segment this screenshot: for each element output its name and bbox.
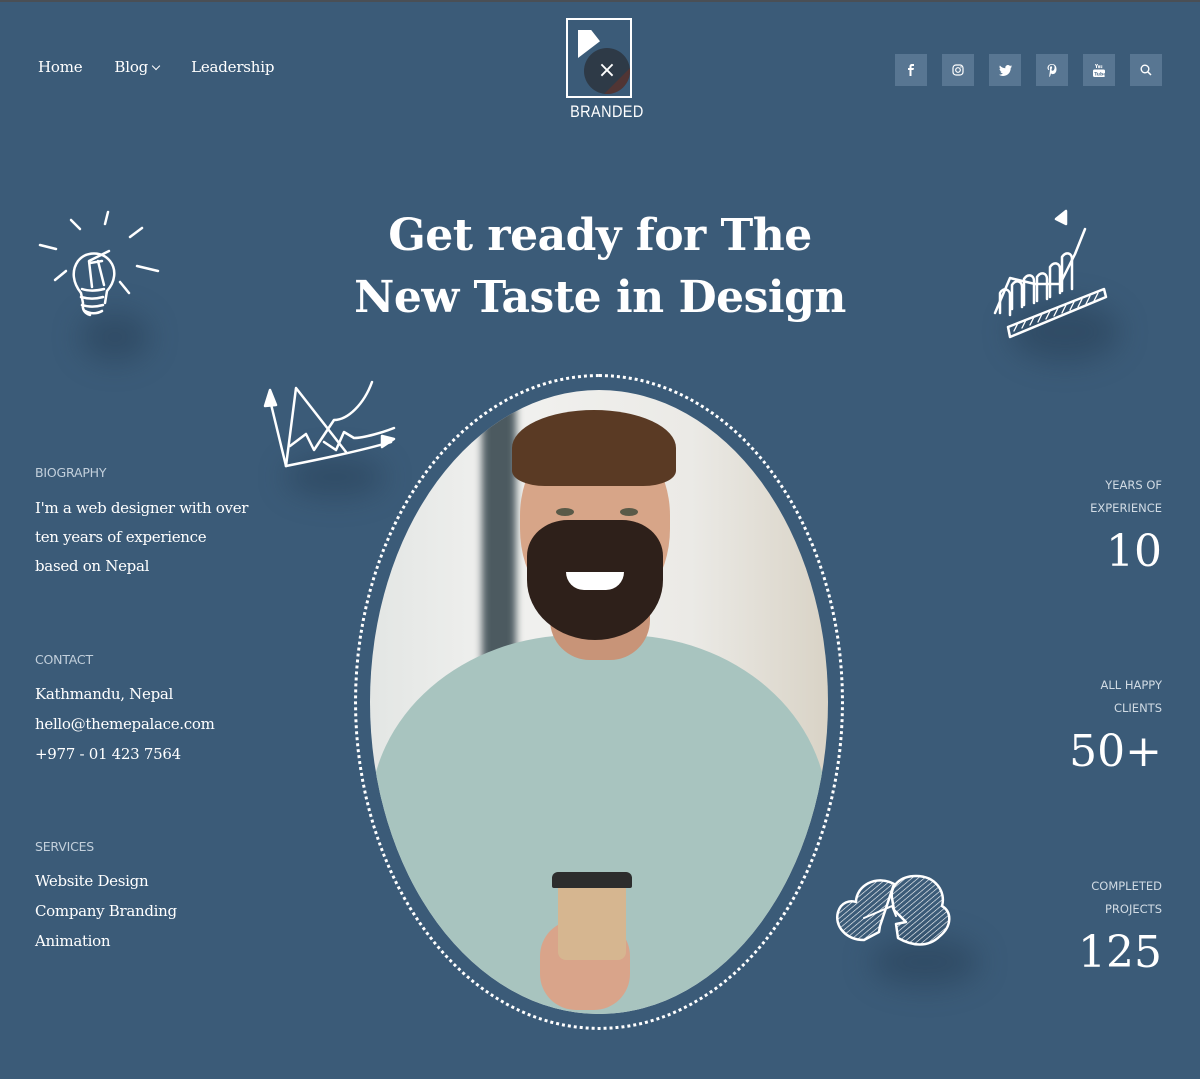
contact-list: Kathmandu, Nepal hello@themepalace.com +… <box>35 679 295 769</box>
instagram-icon <box>952 64 964 76</box>
logo-mark: × <box>566 18 632 98</box>
stat-projects: COMPLETED PROJECTS 125 <box>1022 875 1162 975</box>
line-chart-icon <box>263 380 396 468</box>
biography-section: BIOGRAPHY I'm a web designer with over t… <box>35 465 295 581</box>
portrait-photo <box>370 390 828 1014</box>
stat-label-line: ALL HAPPY <box>1100 678 1163 692</box>
lightbulb-doodle <box>38 207 163 336</box>
pinterest-button[interactable] <box>1036 54 1068 86</box>
youtube-icon: Tube <box>1093 63 1105 77</box>
bar-chart-doodle <box>990 207 1115 346</box>
lightbulb-icon <box>38 210 160 317</box>
stat-experience: YEARS OF EXPERIENCE 10 <box>1022 474 1162 574</box>
service-item: Company Branding <box>35 902 177 920</box>
chevron-down-icon <box>151 61 161 71</box>
biography-text: I'm a web designer with over ten years o… <box>35 494 295 581</box>
service-item: Website Design <box>35 872 149 890</box>
stat-label: COMPLETED PROJECTS <box>1022 875 1162 921</box>
nav-home[interactable]: Home <box>38 58 83 76</box>
contact-address: Kathmandu, Nepal <box>35 685 174 703</box>
services-section: SERVICES Website Design Company Branding… <box>35 839 295 956</box>
contact-phone[interactable]: +977 - 01 423 7564 <box>35 739 295 769</box>
stat-clients: ALL HAPPY CLIENTS 50+ <box>1022 674 1162 774</box>
biography-label: BIOGRAPHY <box>35 465 107 480</box>
biography-line: ten years of experience <box>35 528 207 546</box>
facebook-icon <box>908 64 914 76</box>
stat-value: 125 <box>1078 927 1162 978</box>
biography-line: I'm a web designer with over <box>35 499 249 517</box>
line-chart-doodle <box>262 380 397 474</box>
social-links: Tube <box>895 54 1162 86</box>
service-item: Animation <box>35 932 111 950</box>
stat-label-line: EXPERIENCE <box>1090 501 1162 515</box>
biography-line: based on Nepal <box>35 557 150 575</box>
svg-text:Tube: Tube <box>1094 71 1105 77</box>
instagram-button[interactable] <box>942 54 974 86</box>
logo-text: BRANDED <box>570 102 644 121</box>
stat-label: YEARS OF EXPERIENCE <box>1022 474 1162 520</box>
cloud-transfer-icon <box>835 874 951 946</box>
close-button[interactable]: × <box>584 48 630 94</box>
contact-section: CONTACT Kathmandu, Nepal hello@themepala… <box>35 652 295 769</box>
contact-email[interactable]: hello@themepalace.com <box>35 709 295 739</box>
site-logo[interactable]: × BRANDED <box>565 18 644 122</box>
facebook-button[interactable] <box>895 54 927 86</box>
stat-value: 10 <box>1106 526 1162 577</box>
services-label: SERVICES <box>35 839 95 854</box>
contact-label: CONTACT <box>35 652 93 667</box>
growth-chart-icon <box>993 209 1108 339</box>
search-button[interactable] <box>1130 54 1162 86</box>
pinterest-icon <box>1047 63 1057 77</box>
clouds-doodle <box>834 870 964 964</box>
services-list: Website Design Company Branding Animatio… <box>35 866 295 956</box>
main-nav: Home Blog Leadership <box>38 58 274 76</box>
stat-label-line: CLIENTS <box>1113 701 1162 715</box>
stat-value: 50+ <box>1069 726 1162 777</box>
stat-label-line: COMPLETED <box>1091 879 1162 893</box>
youtube-button[interactable]: Tube <box>1083 54 1115 86</box>
stat-label-line: PROJECTS <box>1105 902 1162 916</box>
twitter-icon <box>998 64 1012 76</box>
nav-blog[interactable]: Blog <box>114 58 161 76</box>
stat-label: ALL HAPPY CLIENTS <box>1022 674 1163 720</box>
twitter-button[interactable] <box>989 54 1021 86</box>
close-icon: × <box>597 58 617 83</box>
stat-label-line: YEARS OF <box>1105 478 1162 492</box>
search-icon <box>1140 64 1152 76</box>
nav-leadership[interactable]: Leadership <box>191 58 274 76</box>
nav-blog-label: Blog <box>114 58 149 76</box>
